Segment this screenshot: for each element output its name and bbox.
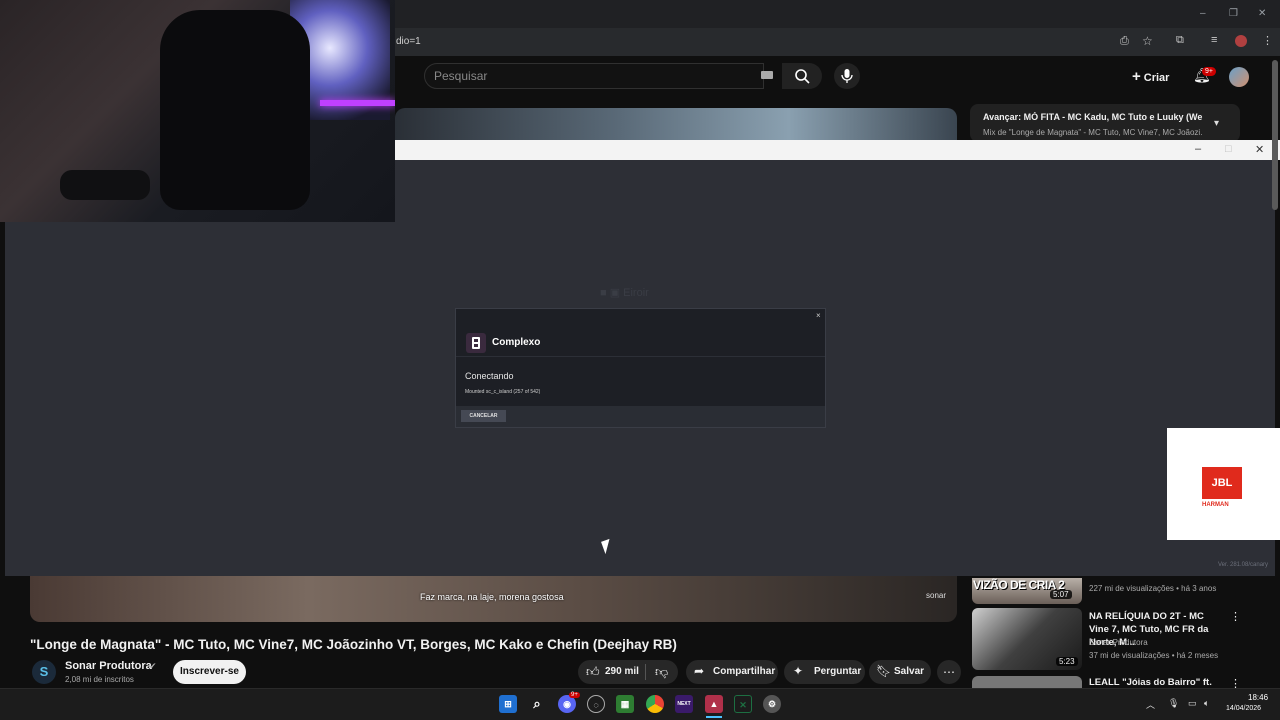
- ask-label: Perguntar: [814, 666, 862, 677]
- channel-name[interactable]: Sonar Produtora: [65, 660, 152, 672]
- windows-start-icon[interactable]: ⊞: [499, 695, 517, 713]
- video-title: "Longe de Magnata" - MC Tuto, MC Vine7, …: [30, 637, 677, 652]
- search-icon[interactable]: ⌕: [528, 695, 546, 713]
- dialog-divider: [456, 356, 825, 357]
- channel-watermark[interactable]: sonar: [926, 591, 946, 600]
- connection-status: Conectando: [465, 371, 514, 381]
- search-icon: [795, 69, 810, 84]
- recommendation-title[interactable]: LEALL "Jóias do Bairro" ft.: [1089, 677, 1212, 688]
- subscribe-button[interactable]: Inscrever-se: [173, 660, 246, 684]
- channel-avatar[interactable]: S: [32, 660, 56, 684]
- clock-date[interactable]: 14/04/2026: [1226, 705, 1261, 712]
- network-icon[interactable]: ▭: [1188, 698, 1197, 709]
- jbl-logo[interactable]: JBL: [1202, 467, 1242, 499]
- like-divider: [645, 664, 646, 680]
- share-label: Compartilhar: [713, 666, 776, 677]
- recommendation-meta: 227 mi de visualizações • há 3 anos: [1089, 584, 1217, 593]
- dialog-close-icon[interactable]: ×: [816, 311, 821, 320]
- active-app-indicator: [706, 716, 722, 718]
- account-avatar[interactable]: [1229, 67, 1249, 87]
- microphone-icon[interactable]: 🎙︎: [1168, 698, 1179, 709]
- video-duration: 5:07: [1050, 590, 1072, 599]
- cancel-button[interactable]: CANCELAR: [461, 410, 506, 422]
- like-icon[interactable]: 👍︎: [586, 664, 600, 680]
- client-version: Ver. 281.08/canary: [1218, 562, 1269, 568]
- client-minimize-icon[interactable]: –: [1195, 143, 1201, 155]
- webcam-chair-arm: [60, 170, 150, 200]
- close-window-icon[interactable]: ✕: [1258, 8, 1266, 19]
- bookmark-icon: 🔖︎: [876, 664, 892, 678]
- next-app-icon[interactable]: NEXT: [675, 695, 693, 713]
- connection-detail: Mounted sc_c_island (257 of 542): [465, 389, 541, 395]
- mic-icon: [841, 69, 853, 83]
- excel-icon[interactable]: ✕: [734, 695, 752, 713]
- sparkle-icon: ✦: [793, 664, 804, 678]
- complexo-logo-icon: [466, 333, 486, 353]
- dialog-footer: [456, 406, 825, 427]
- restore-icon[interactable]: ❐: [1229, 8, 1238, 19]
- url-text[interactable]: dio=1: [396, 36, 421, 47]
- discord-badge: 9+: [569, 692, 580, 698]
- bookmark-star-icon[interactable]: ☆: [1142, 34, 1153, 48]
- client-close-icon[interactable]: ✕: [1255, 143, 1264, 156]
- chevron-down-icon[interactable]: ▾: [1214, 118, 1219, 129]
- clock-time[interactable]: 18:46: [1248, 693, 1268, 702]
- show-hidden-icons-icon[interactable]: ︿: [1146, 698, 1155, 711]
- taskbar: [0, 688, 1280, 720]
- create-label: Criar: [1143, 72, 1170, 84]
- video-caption: Faz marca, na laje, morena gostosa: [420, 592, 564, 602]
- verified-icon: ✔: [149, 661, 157, 671]
- kebab-menu-icon[interactable]: ⋮: [1230, 610, 1241, 623]
- plus-icon: +: [1132, 68, 1141, 85]
- notification-badge: 9+: [1202, 67, 1216, 76]
- minimize-icon[interactable]: –: [1200, 8, 1206, 19]
- subscriber-count: 2,08 mi de inscritos: [65, 675, 134, 684]
- dialog-title: Complexo: [492, 337, 541, 348]
- video-player[interactable]: [395, 108, 957, 142]
- dislike-icon[interactable]: 👎︎: [655, 664, 668, 680]
- keyboard-icon[interactable]: [761, 71, 773, 79]
- voice-search-button[interactable]: [834, 63, 860, 89]
- client-background-logo: ■ ▣ Eiroir: [600, 287, 649, 299]
- reading-list-icon[interactable]: ≡: [1211, 34, 1217, 46]
- recommendation-meta: 37 mi de visualizações • há 2 meses: [1089, 651, 1219, 660]
- profile-icon[interactable]: [1235, 35, 1247, 47]
- up-next-subtitle: Mix de "Longe de Magnata" - MC Tuto, MC …: [983, 128, 1203, 137]
- steam-icon[interactable]: ◌: [587, 695, 605, 713]
- harman-label: HARMAN: [1202, 502, 1229, 508]
- vpn-client-icon[interactable]: ▲: [705, 695, 723, 713]
- webcam-neon-strip: [320, 100, 395, 106]
- extensions-icon[interactable]: ⧉: [1176, 34, 1184, 47]
- webcam-overlay: [0, 0, 395, 222]
- volume-icon[interactable]: 🔈︎: [1204, 698, 1209, 709]
- cast-icon[interactable]: ⎙: [1120, 35, 1129, 48]
- recommendation-channel[interactable]: Sonar Produtora: [1089, 638, 1148, 647]
- settings-icon[interactable]: ⚙: [763, 695, 781, 713]
- video-duration: 5:23: [1056, 657, 1078, 666]
- client-titlebar: [395, 140, 1280, 160]
- nvidia-icon[interactable]: ▦: [616, 695, 634, 713]
- recommendation-thumbnail[interactable]: [972, 676, 1082, 688]
- page-scrollbar[interactable]: [1272, 60, 1278, 210]
- up-next-title[interactable]: Avançar: MÓ FITA - MC Kadu, MC Tuto e Lu…: [983, 112, 1203, 122]
- search-button[interactable]: [782, 63, 822, 89]
- create-button[interactable]: + Criar: [1132, 68, 1169, 85]
- save-label: Salvar: [894, 666, 925, 677]
- search-placeholder[interactable]: Pesquisar: [434, 69, 487, 83]
- webcam-chair: [160, 10, 310, 210]
- client-maximize-icon: □: [1225, 143, 1232, 155]
- like-count[interactable]: 290 mil: [605, 666, 639, 677]
- more-actions-button[interactable]: ⋯: [937, 660, 961, 684]
- share-icon: ➦: [694, 664, 705, 678]
- chrome-icon[interactable]: [646, 695, 664, 713]
- browser-menu-icon[interactable]: ⋮: [1262, 34, 1273, 47]
